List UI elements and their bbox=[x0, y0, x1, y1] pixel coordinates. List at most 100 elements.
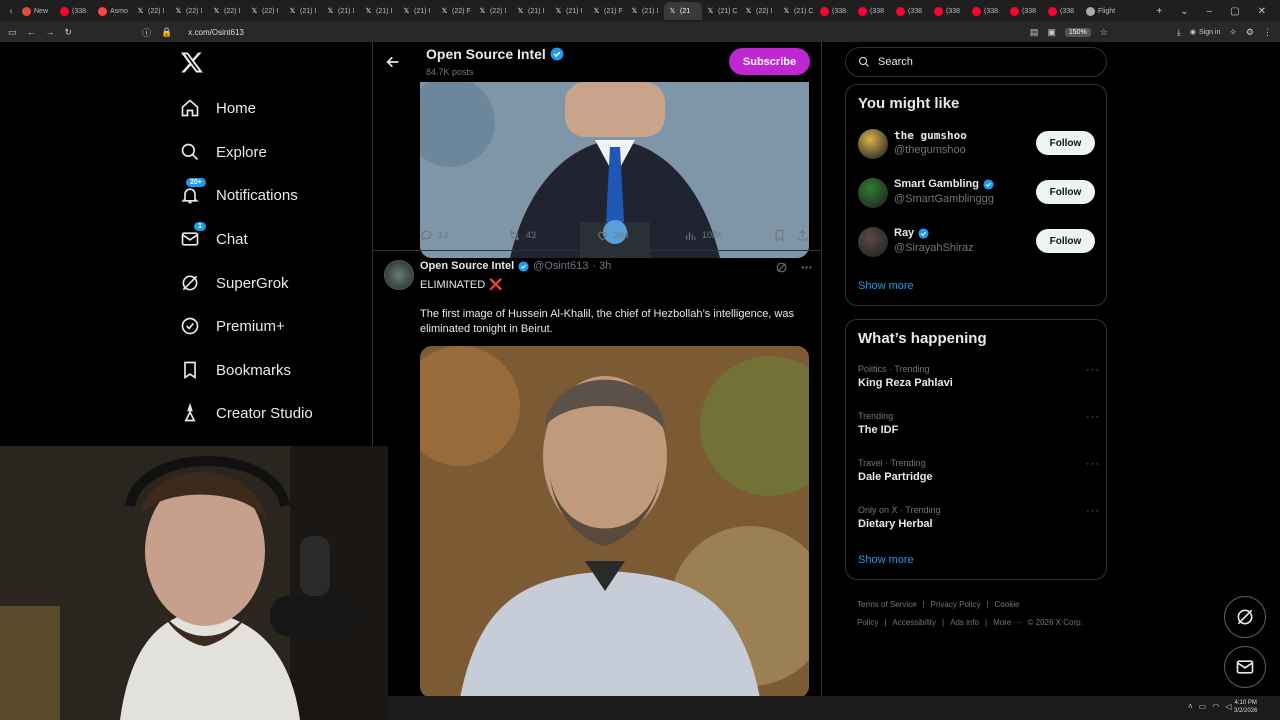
browser-tab[interactable]: 𝕏 (22) I bbox=[474, 2, 512, 20]
bookmark-button[interactable] bbox=[773, 229, 786, 242]
browser-tab[interactable]: 𝕏 (21) F bbox=[588, 2, 626, 20]
browser-tab[interactable]: Flight bbox=[1082, 2, 1120, 20]
monitor-icon[interactable]: ▭ bbox=[1199, 702, 1207, 711]
browser-tab[interactable]: 𝕏 (21) I bbox=[550, 2, 588, 20]
forward-icon[interactable]: → bbox=[46, 27, 55, 37]
url-field[interactable]: x.com/Osint613 bbox=[188, 28, 244, 37]
nav-item-bookmarks[interactable]: Bookmarks bbox=[180, 355, 291, 385]
grok-fab-button[interactable] bbox=[1224, 596, 1266, 638]
browser-tab[interactable]: 𝕏 (22) I bbox=[170, 2, 208, 20]
footer-link[interactable]: Ads info bbox=[950, 618, 979, 627]
footer-link[interactable]: Accessibility bbox=[892, 618, 936, 627]
screenshot-icon[interactable]: ▣ bbox=[1047, 27, 1056, 38]
new-tab-icon[interactable]: + bbox=[1156, 6, 1162, 17]
footer-link[interactable]: Privacy Policy bbox=[931, 600, 981, 609]
browser-tab[interactable]: 𝕏 (21) I bbox=[512, 2, 550, 20]
show-more-link[interactable]: Show more bbox=[858, 554, 914, 566]
favorite-star-icon[interactable]: ☆ bbox=[1100, 27, 1108, 38]
nav-item-explore[interactable]: Explore bbox=[180, 137, 267, 167]
browser-tab[interactable]: Asmo bbox=[94, 2, 132, 20]
nav-item-home[interactable]: Home bbox=[180, 93, 256, 123]
browser-tab[interactable]: 𝕏 (21) I bbox=[626, 2, 664, 20]
nav-item-premium[interactable]: Premium+ bbox=[180, 311, 285, 341]
browser-tab[interactable]: 𝕏 (21) I bbox=[322, 2, 360, 20]
grok-explain-icon[interactable] bbox=[775, 261, 788, 274]
show-more-link[interactable]: Show more bbox=[858, 280, 914, 292]
clock[interactable]: 4:10 PM 3/2/2026 bbox=[1234, 699, 1257, 715]
browser-tab[interactable]: (338 bbox=[56, 2, 94, 20]
trend-item[interactable]: Politics · Trending King Reza Pahlavi ··· bbox=[858, 364, 1099, 398]
avatar[interactable] bbox=[858, 178, 888, 208]
author-name[interactable]: Open Source Intel bbox=[420, 260, 514, 272]
browser-tab[interactable]: 𝕏 (21) I bbox=[360, 2, 398, 20]
suggested-account[interactable]: the gumshoo @thegumshoo Follow bbox=[858, 129, 1096, 165]
browser-tab[interactable]: 𝕏 (21) I bbox=[284, 2, 322, 20]
nav-item-notifications[interactable]: 20+ Notifications bbox=[180, 178, 298, 210]
network-icon[interactable]: ◠ bbox=[1212, 702, 1219, 711]
tray-chevron-icon[interactable]: ˄ bbox=[1188, 702, 1193, 711]
browser-tab[interactable]: (338 bbox=[1006, 2, 1044, 20]
volume-icon[interactable]: ◁ bbox=[1225, 702, 1231, 711]
follow-button[interactable]: Follow bbox=[1036, 131, 1095, 155]
browser-tab[interactable]: (338 bbox=[854, 2, 892, 20]
browser-tab[interactable]: 𝕏 (21) C bbox=[702, 2, 740, 20]
browser-tab[interactable]: 𝕏 (22) I bbox=[246, 2, 284, 20]
subscribe-button[interactable]: Subscribe bbox=[729, 48, 810, 75]
browser-tab[interactable]: 𝕏 (22) I bbox=[208, 2, 246, 20]
minimize-icon[interactable]: – bbox=[1207, 6, 1213, 17]
reply-button[interactable]: 13 bbox=[420, 229, 448, 242]
browser-tab[interactable]: 𝕏 (21) I bbox=[398, 2, 436, 20]
browser-tab[interactable]: (338 bbox=[968, 2, 1006, 20]
browser-tab[interactable]: (338 bbox=[930, 2, 968, 20]
site-info-icon[interactable]: ⓘ bbox=[142, 26, 151, 39]
tab-scroll-left-icon[interactable]: ‹ bbox=[4, 6, 18, 17]
follow-button[interactable]: Follow bbox=[1036, 229, 1095, 253]
footer-link[interactable]: More ··· bbox=[993, 618, 1021, 627]
zoom-badge[interactable]: 150% bbox=[1064, 27, 1091, 37]
download-icon[interactable]: ⤓ bbox=[1177, 27, 1181, 38]
more-options-icon[interactable] bbox=[800, 261, 813, 274]
nav-item-creator-studio[interactable]: Creator Studio bbox=[180, 398, 313, 428]
nav-item-chat[interactable]: 1 Chat bbox=[180, 222, 248, 254]
nav-item-supergrok[interactable]: SuperGrok bbox=[180, 268, 289, 298]
author-avatar[interactable] bbox=[384, 260, 414, 290]
like-button[interactable]: 364 bbox=[596, 229, 629, 242]
x-logo-icon[interactable] bbox=[180, 50, 204, 74]
trend-item[interactable]: Only on X · Trending Dietary Herbal ··· bbox=[858, 505, 1099, 539]
reload-icon[interactable]: ↻ bbox=[65, 27, 73, 38]
share-button[interactable] bbox=[796, 229, 809, 242]
trend-item[interactable]: Travel · Trending Dale Partridge ··· bbox=[858, 458, 1099, 492]
browser-tab[interactable]: 𝕏 (22) I bbox=[740, 2, 778, 20]
browser-tab[interactable]: 𝕏 (21) C bbox=[778, 2, 816, 20]
reader-icon[interactable]: ▤ bbox=[1030, 27, 1039, 38]
messages-fab-button[interactable] bbox=[1224, 646, 1266, 688]
follow-button[interactable]: Follow bbox=[1036, 180, 1095, 204]
sign-in-button[interactable]: ◉ Sign in bbox=[1190, 28, 1221, 37]
browser-tab[interactable]: 𝕏 (22) I bbox=[132, 2, 170, 20]
suggested-account[interactable]: Smart Gambling @SmartGamblinggg Follow bbox=[858, 178, 1096, 214]
author-handle[interactable]: @Osint613 bbox=[533, 260, 588, 272]
search-input[interactable]: Search bbox=[845, 47, 1107, 77]
browser-tab[interactable]: (338 bbox=[1044, 2, 1082, 20]
close-window-icon[interactable]: ✕ bbox=[1258, 6, 1266, 17]
avatar[interactable] bbox=[858, 227, 888, 257]
browser-tab[interactable]: New bbox=[18, 2, 56, 20]
tweet-time[interactable]: · 3h bbox=[592, 260, 611, 272]
more-options-icon[interactable]: ··· bbox=[1086, 411, 1100, 423]
repost-button[interactable]: 43 bbox=[508, 229, 536, 242]
maximize-icon[interactable]: ▢ bbox=[1230, 6, 1239, 17]
footer-link[interactable]: © 2026 X Corp. bbox=[1028, 618, 1083, 627]
views-button[interactable]: 108K bbox=[684, 229, 723, 242]
tweet-media-image-2[interactable] bbox=[420, 346, 809, 696]
menu-icon[interactable]: ⋮ bbox=[1263, 27, 1272, 38]
browser-tab[interactable]: (338 bbox=[816, 2, 854, 20]
back-arrow-icon[interactable] bbox=[385, 54, 401, 70]
more-options-icon[interactable]: ··· bbox=[1086, 458, 1100, 470]
tab-list-icon[interactable]: ⌄ bbox=[1180, 6, 1188, 17]
settings-icon[interactable]: ⚙ bbox=[1246, 27, 1254, 38]
browser-tab[interactable]: (338 bbox=[892, 2, 930, 20]
browser-tab[interactable]: 𝕏 (22) F bbox=[436, 2, 474, 20]
footer-link[interactable]: Terms of Service bbox=[857, 600, 917, 609]
browser-tab[interactable]: 𝕏 (21 bbox=[664, 2, 702, 20]
avatar[interactable] bbox=[858, 129, 888, 159]
